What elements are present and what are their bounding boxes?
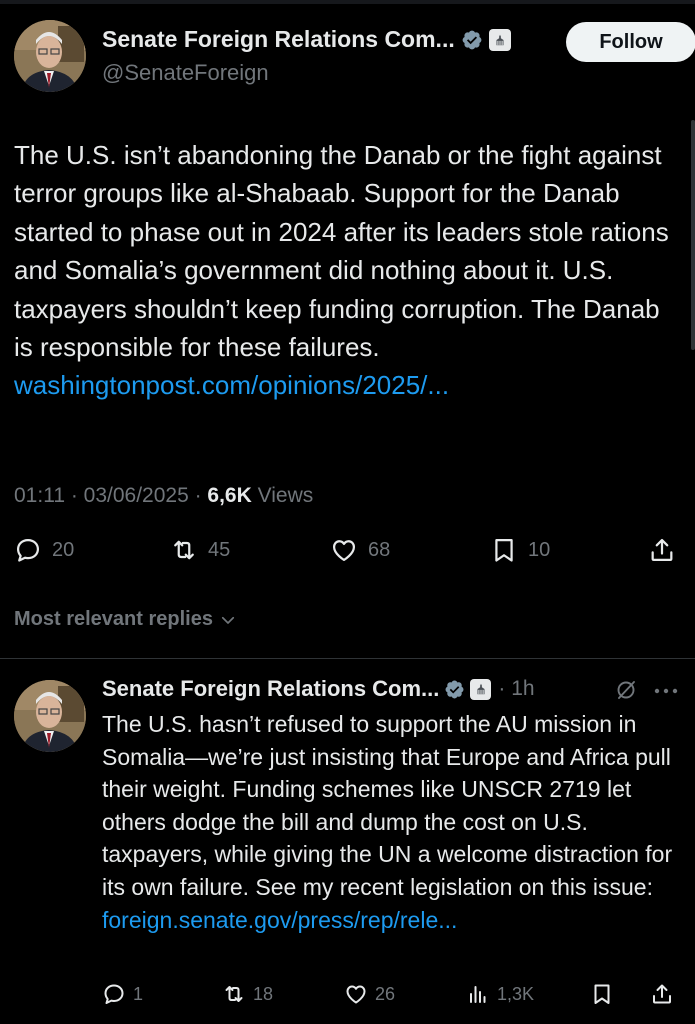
views-icon [470, 986, 486, 1003]
share-icon [653, 984, 671, 1004]
reply-body: The U.S. hasn’t refused to support the A… [102, 711, 673, 900]
reply-button[interactable]: 20 [14, 536, 74, 564]
repost-icon [225, 986, 243, 1002]
verified-badge-icon[interactable] [444, 679, 465, 700]
reply-text: The U.S. hasn’t refused to support the A… [102, 708, 687, 936]
chevron-down-icon [221, 616, 235, 624]
verified-badge-icon[interactable] [461, 29, 483, 51]
repost-icon [174, 540, 194, 560]
share-button[interactable] [650, 982, 674, 1006]
repost-count: 45 [208, 538, 231, 561]
like-count: 26 [375, 983, 396, 1004]
replies-sort-label: Most relevant replies [14, 608, 213, 630]
like-icon [332, 540, 356, 562]
reply-icon [104, 984, 124, 1004]
like-count: 68 [368, 538, 391, 561]
avatar[interactable] [14, 680, 86, 752]
timestamp[interactable]: 01:11 · 03/06/2025 · [14, 484, 207, 507]
government-building-icon[interactable] [470, 678, 492, 700]
author-row: Senate Foreign Relations Com... [102, 26, 511, 53]
views-button[interactable]: 1,3K [466, 982, 534, 1006]
divider [0, 658, 695, 659]
bookmark-icon [594, 984, 610, 1004]
author-name[interactable]: Senate Foreign Relations Com... [102, 676, 439, 702]
avatar[interactable] [14, 20, 86, 92]
author-row: Senate Foreign Relations Com... · 1h [102, 676, 535, 702]
views-count: 1,3K [497, 983, 535, 1004]
follow-button[interactable]: Follow [566, 22, 695, 62]
views-count: 6,6K [207, 484, 252, 507]
author-handle[interactable]: @SenateForeign [102, 60, 269, 86]
tweet-body: The U.S. isn’t abandoning the Danab or t… [14, 140, 669, 363]
share-button[interactable] [648, 536, 676, 564]
reply-icon [16, 538, 40, 562]
repost-count: 18 [253, 983, 274, 1004]
bookmark-button[interactable]: 10 [490, 536, 550, 564]
reply-button[interactable]: 1 [102, 982, 143, 1006]
author-name[interactable]: Senate Foreign Relations Com... [102, 26, 455, 53]
repost-button[interactable]: 45 [170, 536, 230, 564]
reply-actions: 1 18 26 1,3K [102, 982, 682, 1012]
reply-time[interactable]: · 1h [498, 677, 534, 701]
reply-count: 20 [52, 538, 75, 561]
tweet-meta: 01:11 · 03/06/2025 · 6,6K Views [14, 484, 313, 508]
tweet-link[interactable]: washingtonpost.com/opinions/​2025/... [14, 370, 449, 400]
repost-button[interactable]: 18 [222, 982, 273, 1006]
like-button[interactable]: 26 [344, 982, 395, 1006]
bookmark-count: 10 [528, 538, 551, 561]
views-label: Views [251, 484, 314, 507]
tweet-actions: 20 45 68 10 [14, 536, 682, 574]
reply-link[interactable]: foreign.senate.gov/​press/rep/rele... [102, 907, 457, 933]
like-button[interactable]: 68 [330, 536, 390, 564]
main-tweet: Senate Foreign Relations Com... @SenateF… [0, 0, 695, 655]
tweet-text: The U.S. isn’t abandoning the Danab or t… [14, 136, 674, 405]
share-icon [651, 538, 673, 562]
government-building-icon[interactable] [488, 28, 511, 51]
more-icon[interactable] [652, 684, 680, 698]
bookmark-button[interactable] [590, 982, 614, 1006]
replies-sort-toggle[interactable]: Most relevant replies [14, 608, 237, 631]
grok-icon[interactable] [614, 678, 638, 702]
like-icon [346, 985, 366, 1004]
bookmark-icon [495, 538, 513, 562]
reply-count: 1 [133, 983, 144, 1004]
